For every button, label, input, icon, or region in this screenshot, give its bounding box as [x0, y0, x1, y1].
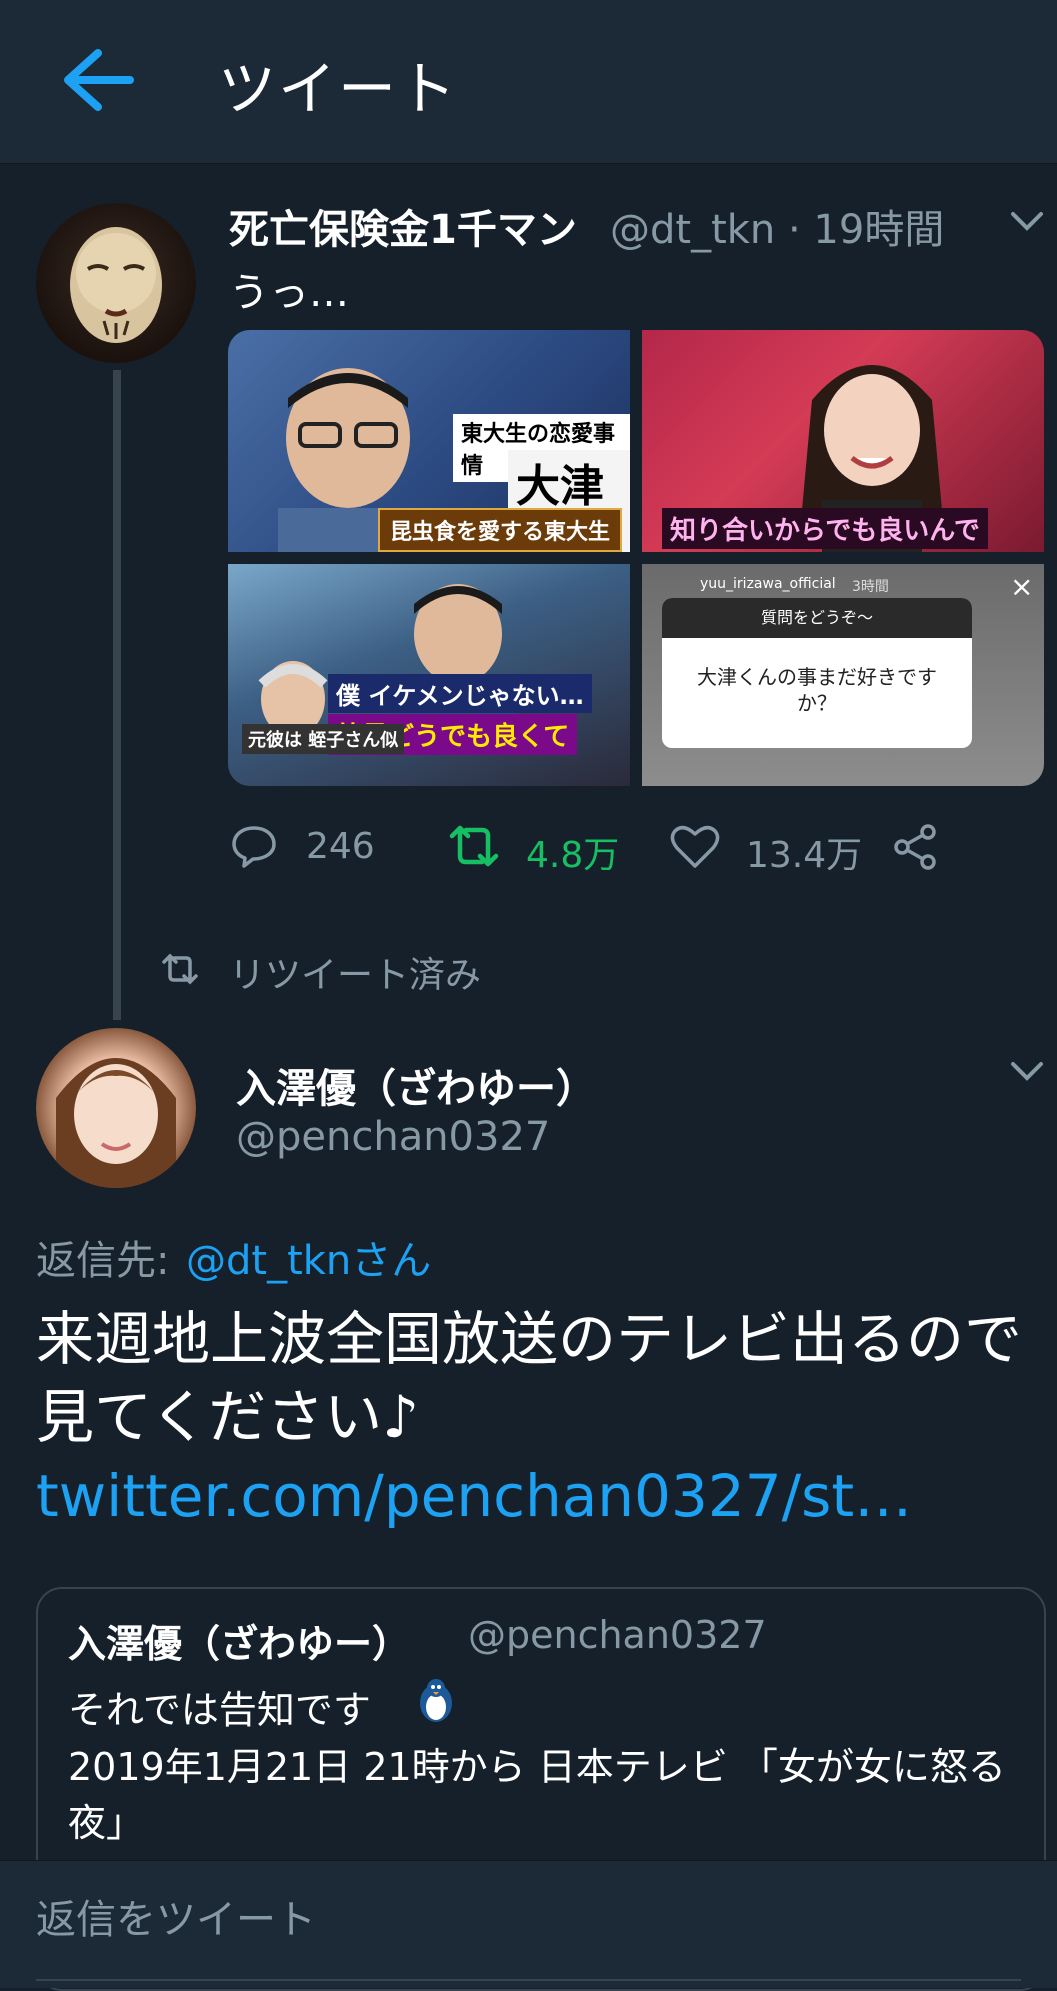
tv-caption: 元彼は 蛭子さん似	[242, 724, 405, 754]
handle[interactable]: @penchan0327	[236, 1114, 550, 1160]
quoted-display-name: 入澤優（ざわゆー）	[68, 1622, 411, 1666]
tweet-text: うっ…	[229, 270, 349, 316]
reply-to-handle-link[interactable]: @dt_tknさん	[186, 1228, 431, 1286]
tweet-photo-1[interactable]: 東大生の恋愛事情 大津高 昆虫食を愛する東大生	[228, 330, 630, 552]
like-count: 13.4万	[746, 835, 863, 876]
avatar[interactable]	[36, 203, 196, 363]
display-name[interactable]: 死亡保険金1千マン	[229, 197, 577, 255]
reply-icon[interactable]	[230, 822, 278, 870]
reply-count: 246	[306, 826, 375, 867]
heart-icon[interactable]	[669, 822, 721, 870]
thread-connector-line	[113, 370, 121, 1020]
handle-and-time[interactable]: @dt_tkn · 19時間	[610, 197, 944, 255]
arrow-left-icon[interactable]	[58, 45, 138, 115]
retweet-count: 4.8万	[526, 835, 620, 876]
quoted-text-line: 2019年1月21日 21時から 日本テレビ 「女が女に怒る夜」	[68, 1745, 1006, 1845]
noh-mask-avatar-image	[70, 227, 162, 343]
profile-photo	[56, 1058, 176, 1188]
page-title: ツイート	[218, 55, 459, 123]
tv-caption: 僕 イケメンじゃない…	[328, 674, 592, 713]
tweet-photo-2[interactable]: 知り合いからでも良いんで	[642, 330, 1044, 552]
tweet-text: 来週地上波全国放送のテレビ出るので見てください♪	[36, 1305, 1023, 1451]
tweet-photo-4[interactable]: yuu_irizawa_official 3時間 × 質問をどうぞ〜 大津くんの…	[642, 564, 1044, 786]
avatar[interactable]	[36, 1028, 196, 1188]
penguin-icon	[420, 1679, 452, 1722]
reply-composer-bar	[0, 1860, 1057, 1988]
share-icon[interactable]	[890, 822, 940, 872]
tv-caption: 知り合いからでも良いんで	[662, 508, 988, 549]
reply-input[interactable]	[36, 1861, 1021, 1981]
quoted-text-line: それでは告知です	[68, 1688, 371, 1732]
retweet-icon	[162, 953, 198, 985]
question-card-header: 質問をどうぞ〜	[662, 598, 972, 638]
quoted-handle: @penchan0327	[468, 1613, 767, 1657]
tweet-menu-button[interactable]	[1010, 210, 1044, 234]
reply-to-label: 返信先:	[36, 1238, 170, 1284]
chevron-down-icon	[1011, 1062, 1043, 1081]
tweet-photo-3[interactable]: 僕 イケメンじゃない… 外見どうでも良くて 元彼は 蛭子さん似	[228, 564, 630, 786]
retweet-icon[interactable]	[446, 822, 502, 870]
close-icon: ×	[1010, 570, 1034, 603]
question-text: 大津くんの事まだ好きですか？	[697, 665, 937, 715]
retweeted-label: リツイート済み	[229, 955, 482, 996]
tweet-link[interactable]: twitter.com/penchan0327/st…	[36, 1462, 912, 1530]
story-time: 3時間	[852, 579, 889, 595]
display-name[interactable]: 入澤優（ざわゆー）	[236, 1056, 596, 1114]
tweet-menu-button[interactable]	[1010, 1060, 1044, 1084]
chevron-down-icon	[1011, 212, 1043, 231]
story-username: yuu_irizawa_official	[700, 576, 836, 592]
tv-caption: 昆虫食を愛する東大生	[378, 508, 623, 552]
back-button[interactable]	[58, 45, 138, 115]
top-app-bar: ツイート	[0, 0, 1057, 164]
